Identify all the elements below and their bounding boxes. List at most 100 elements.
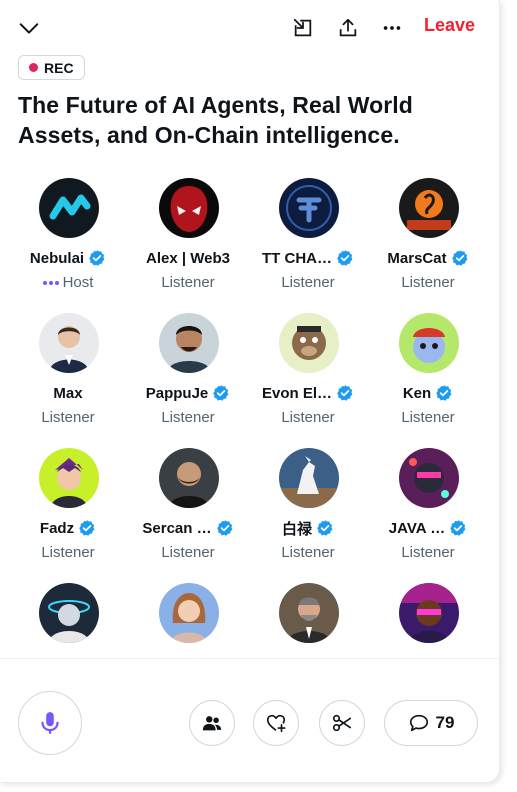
listener-role: Listener <box>128 409 248 426</box>
participant-name: Sercan … <box>128 518 248 538</box>
role-label: Listener <box>161 544 215 561</box>
participant-name-text: Evon El… <box>261 384 332 402</box>
verified-badge-icon <box>337 385 353 401</box>
verified-badge-icon <box>451 250 468 266</box>
role-label: Listener <box>161 274 215 291</box>
space-footer: 79 <box>0 658 499 782</box>
verified-badge-icon <box>89 250 105 266</box>
verified-badge-icon <box>317 520 333 536</box>
rec-badge: REC <box>18 55 85 80</box>
microphone-button[interactable] <box>18 691 82 755</box>
role-label: Listener <box>281 274 335 291</box>
avatar[interactable] <box>279 178 339 238</box>
verified-badge-icon <box>213 385 229 401</box>
chevron-down-icon <box>19 23 39 34</box>
comments-button[interactable]: 79 <box>384 700 478 746</box>
verified-badge-icon <box>79 520 95 536</box>
avatar[interactable] <box>159 583 219 643</box>
listener-role: Listener <box>128 274 248 291</box>
participant-name-text: Ken <box>402 384 432 402</box>
share-button[interactable] <box>333 13 363 43</box>
heart-plus-icon <box>266 714 286 733</box>
participant-name-text: PappuJe <box>145 384 209 402</box>
listener-role: Listener <box>368 409 488 426</box>
collapse-button[interactable] <box>14 13 44 43</box>
role-label: Listener <box>41 544 95 561</box>
role-label: Listener <box>401 274 455 291</box>
role-label: Listener <box>401 409 455 426</box>
participant-name-text: Max <box>53 384 83 402</box>
avatar[interactable] <box>279 583 339 643</box>
avatar[interactable] <box>399 313 459 373</box>
participant-name: TT CHA… <box>248 248 368 268</box>
avatar[interactable] <box>159 178 219 238</box>
avatar[interactable] <box>279 448 339 508</box>
avatar[interactable] <box>159 448 219 508</box>
host-role: Host <box>8 274 128 291</box>
share-icon <box>339 18 357 37</box>
microphone-icon <box>41 712 59 734</box>
scissors-icon <box>332 714 352 732</box>
participant-name: 白禄 <box>248 518 368 538</box>
more-button[interactable] <box>377 13 407 43</box>
participant-name-text: TT CHA… <box>262 249 332 267</box>
participant-name: PappuJe <box>128 383 248 403</box>
dock-window-icon <box>293 18 312 37</box>
verified-badge-icon <box>337 250 353 266</box>
space-panel: Leave REC The Future of AI Agents, Real … <box>0 0 500 783</box>
listener-role: Listener <box>128 544 248 561</box>
role-label: Listener <box>41 409 95 426</box>
comment-bubble-icon <box>409 714 428 732</box>
more-icon <box>383 26 401 30</box>
people-button[interactable] <box>189 700 235 746</box>
speaking-dots-icon <box>42 280 59 285</box>
role-label: Host <box>62 274 94 291</box>
listener-role: Listener <box>248 274 368 291</box>
participant-name-text: 白禄 <box>281 520 312 538</box>
participant-name: Ken <box>368 383 488 403</box>
participant-name: MarsCat <box>368 248 488 268</box>
listener-role: Listener <box>8 544 128 561</box>
role-label: Listener <box>401 544 455 561</box>
participant-name: Alex | Web3 <box>128 248 248 268</box>
reaction-button[interactable] <box>253 700 299 746</box>
avatar[interactable] <box>399 178 459 238</box>
avatar[interactable] <box>39 583 99 643</box>
listener-role: Listener <box>248 544 368 561</box>
participant-name-text: JAVA … <box>388 519 446 537</box>
verified-badge-icon <box>216 520 233 536</box>
leave-button[interactable]: Leave <box>424 15 475 36</box>
participant-name: Max <box>8 383 128 403</box>
participant-name-text: Fadz <box>39 519 75 537</box>
participant-name-text: Alex | Web3 <box>146 249 230 267</box>
dock-button[interactable] <box>288 13 318 43</box>
space-title: The Future of AI Agents, Real World Asse… <box>18 92 413 148</box>
clip-button[interactable] <box>319 700 365 746</box>
participant-name-text: MarsCat <box>387 249 447 267</box>
participant-name-text: Sercan … <box>142 519 212 537</box>
people-icon <box>202 716 222 731</box>
role-label: Listener <box>281 544 335 561</box>
listener-role: Listener <box>368 544 488 561</box>
avatar[interactable] <box>39 178 99 238</box>
avatar[interactable] <box>39 448 99 508</box>
role-label: Listener <box>281 409 335 426</box>
avatar[interactable] <box>399 448 459 508</box>
participant-name-text: Nebulai <box>29 249 85 267</box>
listener-role: Listener <box>8 409 128 426</box>
participant-name: JAVA … <box>368 518 488 538</box>
participant-name: Evon El… <box>248 383 368 403</box>
verified-badge-icon <box>450 520 466 536</box>
avatar[interactable] <box>39 313 99 373</box>
verified-badge-icon <box>436 385 452 401</box>
role-label: Listener <box>161 409 215 426</box>
rec-dot-icon <box>29 63 38 72</box>
comment-count: 79 <box>435 713 455 732</box>
avatar[interactable] <box>279 313 339 373</box>
rec-label: REC <box>44 59 74 76</box>
avatar[interactable] <box>399 583 459 643</box>
listener-role: Listener <box>368 274 488 291</box>
top-bar: Leave <box>0 0 499 56</box>
listener-role: Listener <box>248 409 368 426</box>
avatar[interactable] <box>159 313 219 373</box>
